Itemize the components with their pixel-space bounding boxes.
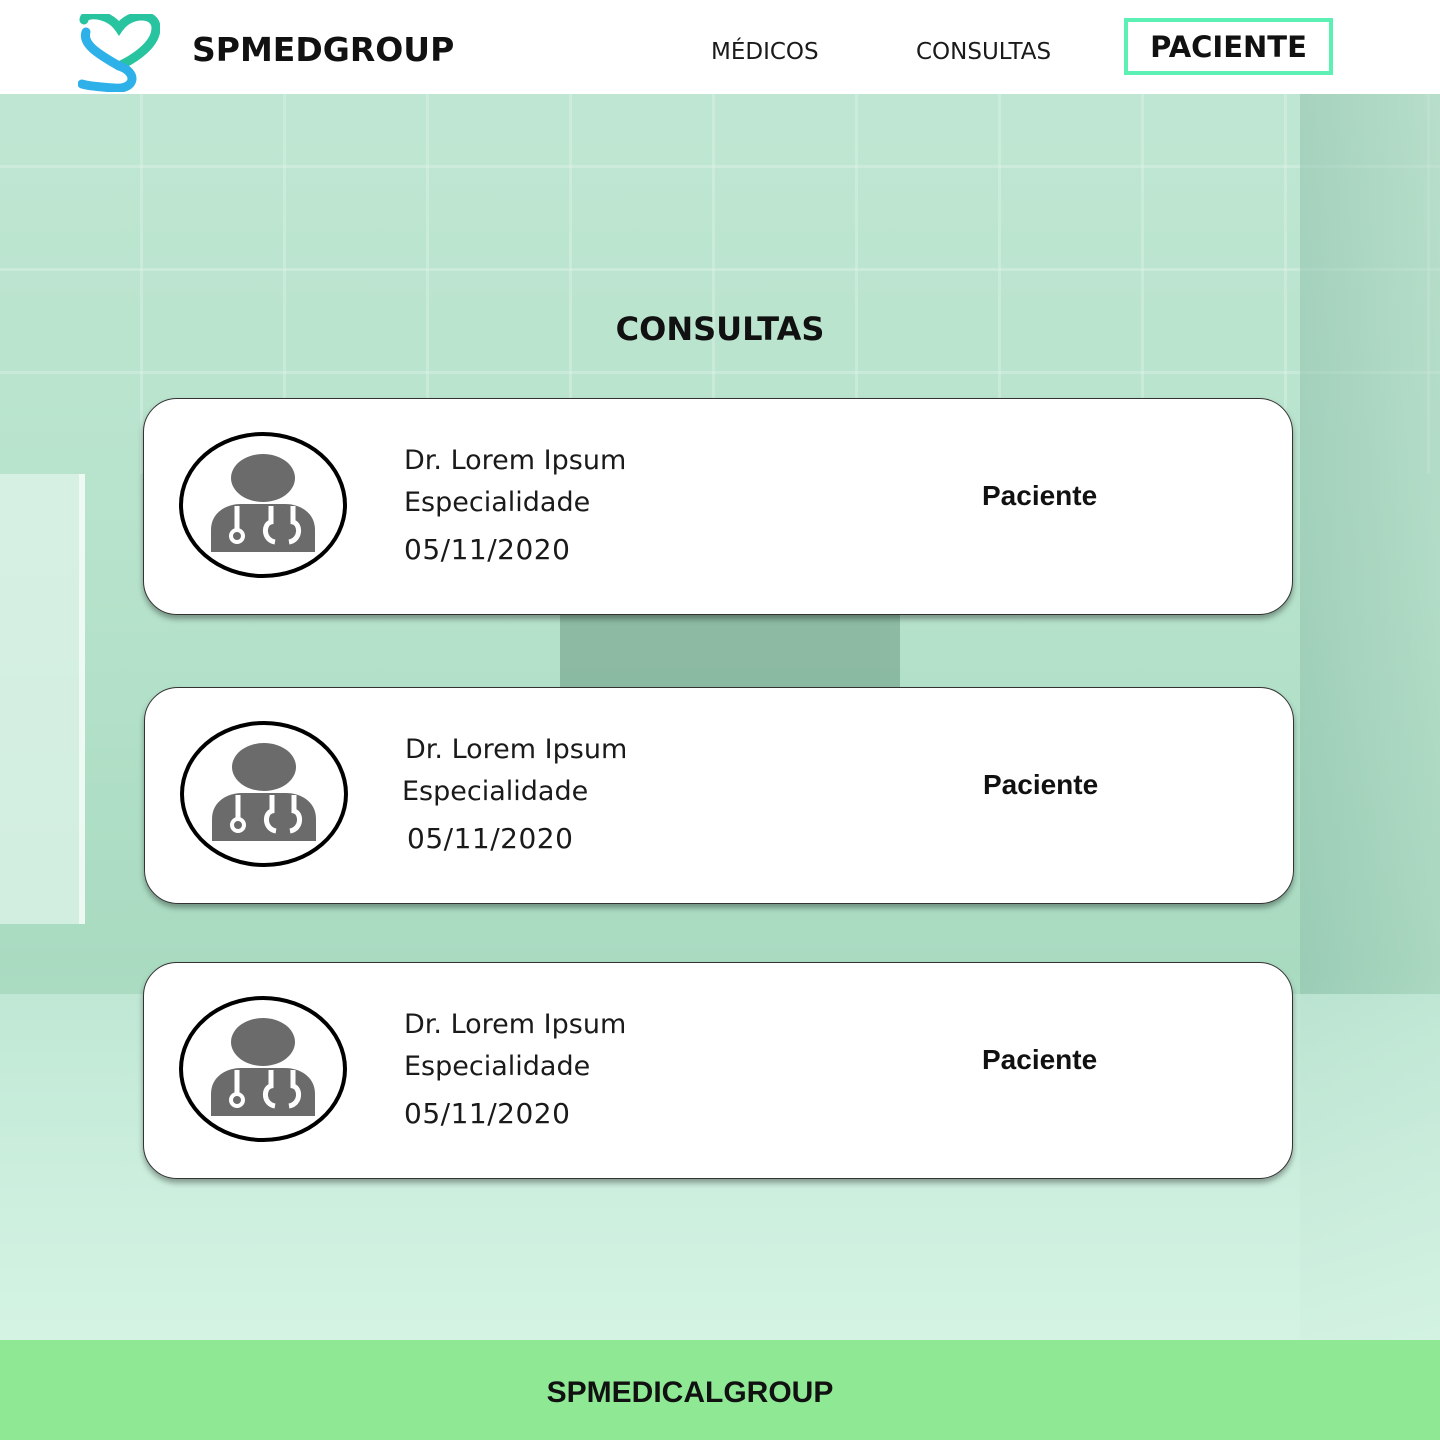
- doctor-avatar: [179, 996, 347, 1142]
- doctor-specialty: Especialidade: [404, 1051, 591, 1082]
- consultation-date: 05/11/2020: [404, 533, 571, 566]
- doctor-specialty: Especialidade: [404, 487, 591, 518]
- brand-name[interactable]: SPMEDGROUP: [192, 30, 454, 69]
- doctor-name: Dr. Lorem Ipsum: [404, 1009, 627, 1040]
- page-title: CONSULTAS: [615, 310, 825, 348]
- footer: SPMEDICALGROUP: [0, 1340, 1440, 1440]
- heart-s-logo-icon[interactable]: [77, 10, 161, 93]
- doctor-name: Dr. Lorem Ipsum: [404, 445, 627, 476]
- consultation-card[interactable]: Dr. Lorem Ipsum Especialidade 05/11/2020…: [144, 687, 1294, 904]
- nav-paciente-button[interactable]: PACIENTE: [1124, 18, 1333, 75]
- patient-name: Paciente: [982, 480, 1098, 511]
- consultation-date: 05/11/2020: [404, 1097, 571, 1130]
- patient-name: Paciente: [982, 1044, 1098, 1075]
- doctor-icon: [211, 1018, 315, 1116]
- doctor-name: Dr. Lorem Ipsum: [405, 734, 628, 765]
- footer-brand: SPMEDICALGROUP: [546, 1376, 834, 1409]
- doctor-avatar: [179, 432, 347, 578]
- nav-medicos-link[interactable]: MÉDICOS: [711, 39, 819, 65]
- doctor-avatar: [180, 721, 348, 867]
- top-navbar: SPMEDGROUP MÉDICOS CONSULTAS PACIENTE: [0, 0, 1440, 94]
- consultation-card[interactable]: Dr. Lorem Ipsum Especialidade 05/11/2020…: [143, 962, 1293, 1179]
- left-window: [0, 474, 85, 924]
- doctor-icon: [212, 743, 316, 841]
- consultation-date: 05/11/2020: [407, 822, 574, 855]
- doctor-icon: [211, 454, 315, 552]
- nav-consultas-link[interactable]: CONSULTAS: [916, 39, 1051, 65]
- consultation-card[interactable]: Dr. Lorem Ipsum Especialidade 05/11/2020…: [143, 398, 1293, 615]
- patient-name: Paciente: [983, 769, 1099, 800]
- doctor-specialty: Especialidade: [402, 776, 589, 807]
